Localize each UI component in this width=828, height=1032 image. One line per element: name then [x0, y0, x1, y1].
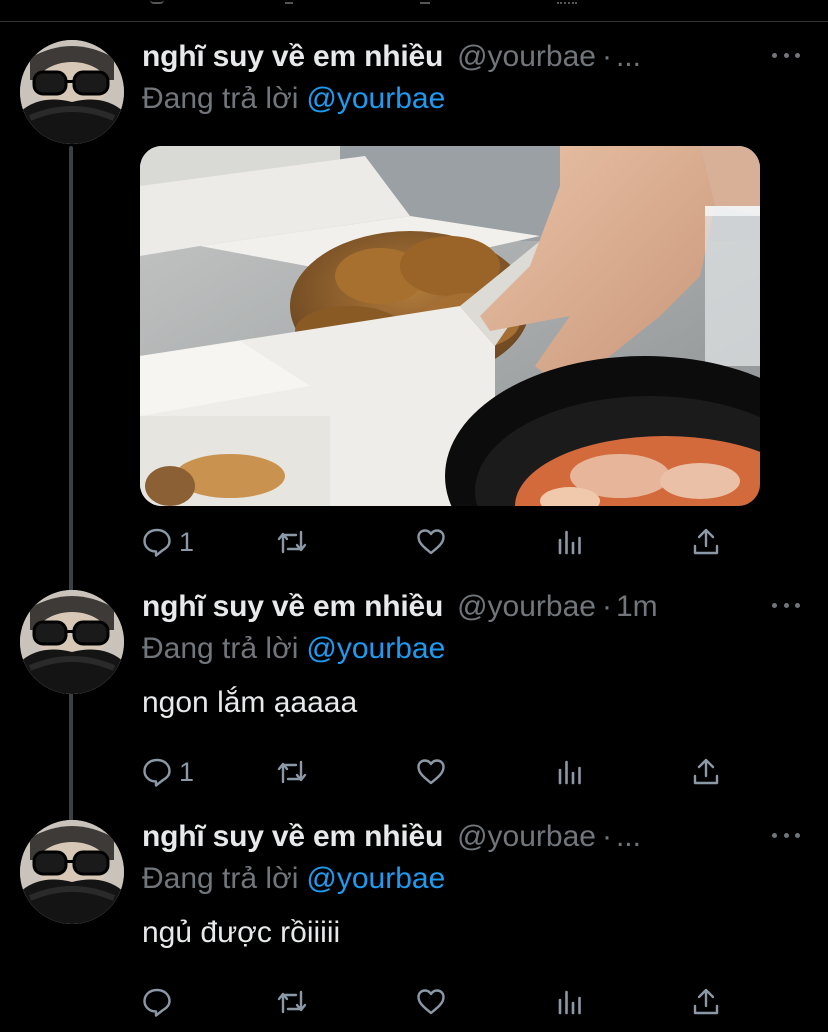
share-button[interactable] — [690, 752, 722, 792]
tweet-header: nghĩ suy về em nhiều @yourbae ·... — [142, 40, 828, 82]
tweet-media-image[interactable] — [140, 146, 760, 506]
replying-label: Đang trả lời — [142, 82, 299, 115]
reply-icon — [143, 988, 171, 1017]
more-options-icon[interactable] — [772, 40, 800, 70]
share-button[interactable] — [690, 522, 722, 562]
retweet-button[interactable] — [276, 982, 308, 1022]
display-name[interactable]: nghĩ suy về em nhiều — [142, 590, 443, 623]
reply-button[interactable]: 1 — [141, 752, 194, 792]
more-options-icon[interactable] — [772, 590, 800, 620]
tweet-text: ngon lắm ạaaaa — [142, 686, 358, 719]
avatar-image — [20, 820, 124, 924]
divider — [0, 21, 828, 22]
stats-icon — [558, 760, 581, 785]
previous-tweet-action-remnant — [285, 0, 293, 4]
replying-to-mention[interactable]: @yourbae — [306, 862, 445, 895]
share-icon — [693, 528, 719, 555]
tweet-header: nghĩ suy về em nhiều @yourbae · 1m — [142, 590, 828, 632]
tweet-text: ngủ được rồiiiii — [142, 916, 341, 949]
more-options-icon[interactable] — [772, 820, 800, 850]
tweet-actions: 1 — [0, 522, 828, 562]
tweet-thread: nghĩ suy về em nhiều @yourbae ·... Đang tr… — [0, 0, 828, 1032]
reply-icon — [143, 758, 171, 787]
display-name[interactable]: nghĩ suy về em nhiều — [142, 820, 443, 853]
reply-count: 1 — [179, 756, 195, 787]
retweet-button[interactable] — [276, 752, 308, 792]
like-icon — [417, 989, 445, 1015]
avatar[interactable] — [20, 820, 124, 924]
avatar[interactable] — [20, 40, 124, 144]
replying-to: Đang trả lời @yourbae — [142, 82, 445, 116]
stats-icon — [558, 530, 581, 555]
retweet-icon — [277, 530, 307, 554]
user-handle[interactable]: @yourbae — [457, 590, 596, 623]
user-handle[interactable]: @yourbae — [457, 820, 596, 853]
stats-button[interactable] — [555, 982, 587, 1022]
share-icon — [693, 758, 719, 785]
tweet-actions: 1 — [0, 752, 828, 792]
reply-button[interactable] — [141, 982, 179, 1022]
food-photo — [140, 146, 760, 506]
previous-tweet-action-remnant — [557, 0, 577, 4]
reply-button[interactable]: 1 — [141, 522, 194, 562]
separator-dot: · — [601, 820, 612, 853]
tweet-timestamp[interactable]: ... — [616, 40, 641, 73]
avatar-image — [20, 590, 124, 694]
avatar-image — [20, 40, 124, 144]
like-button[interactable] — [415, 522, 447, 562]
like-icon — [417, 529, 445, 555]
tweet-timestamp[interactable]: 1m — [616, 590, 658, 623]
replying-to-mention[interactable]: @yourbae — [306, 632, 445, 665]
replying-label: Đang trả lời — [142, 862, 299, 895]
replying-label: Đang trả lời — [142, 632, 299, 665]
like-button[interactable] — [415, 752, 447, 792]
reply-count: 1 — [179, 526, 195, 557]
avatar[interactable] — [20, 590, 124, 694]
share-button[interactable] — [690, 982, 722, 1022]
tweet-actions — [0, 982, 828, 1022]
retweet-icon — [277, 990, 307, 1014]
like-button[interactable] — [415, 982, 447, 1022]
stats-icon — [558, 990, 581, 1015]
replying-to: Đang trả lời @yourbae — [142, 632, 445, 666]
replying-to: Đang trả lời @yourbae — [142, 862, 445, 896]
like-icon — [417, 759, 445, 785]
user-handle[interactable]: @yourbae — [457, 40, 596, 73]
share-icon — [693, 988, 719, 1015]
previous-tweet-action-remnant — [150, 0, 164, 4]
tweet-timestamp[interactable]: ... — [616, 820, 641, 853]
retweet-icon — [277, 760, 307, 784]
retweet-button[interactable] — [276, 522, 308, 562]
replying-to-mention[interactable]: @yourbae — [306, 82, 445, 115]
stats-button[interactable] — [555, 752, 587, 792]
stats-button[interactable] — [555, 522, 587, 562]
tweet-header: nghĩ suy về em nhiều @yourbae ·... — [142, 820, 828, 862]
previous-tweet-action-remnant — [420, 0, 430, 4]
display-name[interactable]: nghĩ suy về em nhiều — [142, 40, 443, 73]
separator-dot: · — [601, 40, 612, 73]
separator-dot: · — [601, 590, 612, 623]
reply-icon — [143, 528, 171, 557]
